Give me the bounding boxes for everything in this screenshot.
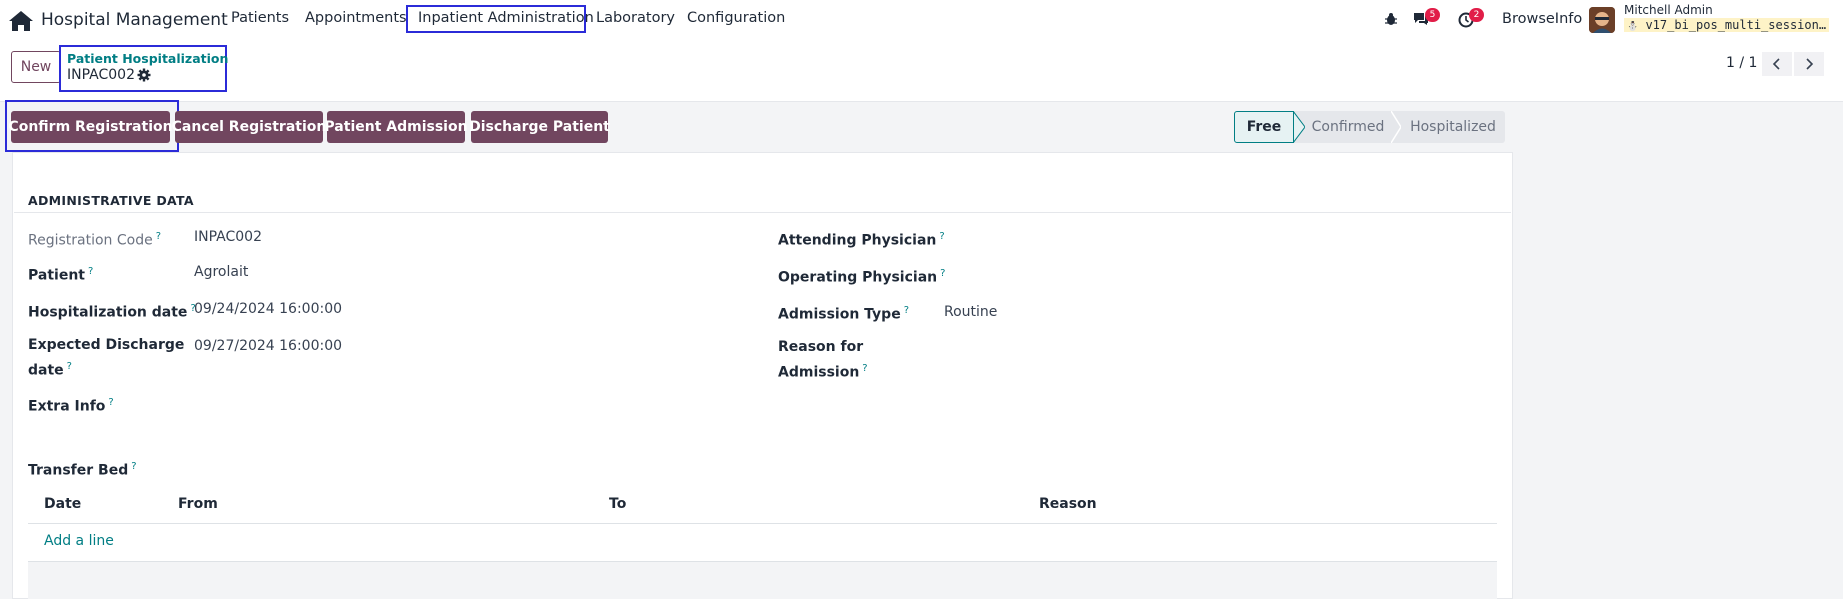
company-switcher[interactable]: BrowseInfo: [1502, 11, 1582, 27]
section-title: ADMINISTRATIVE DATA: [28, 193, 194, 208]
cancel-registration-button[interactable]: Cancel Registration: [172, 111, 326, 143]
new-button[interactable]: New: [11, 51, 61, 83]
hospitalization-date-label: Hospitalization date?: [28, 303, 196, 321]
admission-type-label: Admission Type?: [778, 305, 910, 323]
help-mark[interactable]: ?: [108, 397, 113, 408]
stage-arrow-confirmed: [1391, 111, 1401, 143]
menu-appointments[interactable]: Appointments: [305, 10, 407, 26]
stage-hospitalized[interactable]: Hospitalized: [1401, 111, 1505, 143]
section-divider: [14, 212, 1511, 213]
menu-inpatient-administration[interactable]: Inpatient Administration: [418, 10, 594, 26]
app-title[interactable]: Hospital Management: [41, 10, 228, 30]
messages-badge: 5: [1425, 8, 1440, 22]
confirm-button-highlight: [5, 100, 179, 152]
help-mark[interactable]: ?: [88, 266, 93, 277]
patient-value[interactable]: Agrolait: [194, 264, 248, 280]
help-mark[interactable]: ?: [131, 461, 136, 472]
chevron-left-icon: [1772, 58, 1780, 70]
help-mark[interactable]: ?: [940, 268, 945, 279]
attending-physician-label: Attending Physician?: [778, 231, 945, 249]
transfer-bed-label: Transfer Bed?: [28, 461, 137, 479]
operating-physician-label: Operating Physician?: [778, 268, 946, 286]
chevron-right-icon: [1806, 58, 1814, 70]
patient-label: Patient?: [28, 266, 94, 284]
discharge-patient-button[interactable]: Discharge Patient: [469, 111, 610, 143]
pager-next-button[interactable]: [1794, 52, 1824, 76]
registration-code-label: Registration Code?: [28, 231, 162, 249]
menu-configuration[interactable]: Configuration: [687, 10, 785, 26]
menu-laboratory[interactable]: Laboratory: [596, 10, 675, 26]
column-to[interactable]: To: [609, 496, 626, 512]
column-reason[interactable]: Reason: [1039, 496, 1097, 512]
help-mark[interactable]: ?: [67, 361, 72, 372]
database-name: ⛄ v17_bi_pos_multi_session…: [1624, 18, 1830, 32]
column-from[interactable]: From: [178, 496, 218, 512]
reason-for-admission-label: Reason for Admission?: [778, 339, 868, 381]
registration-code-value[interactable]: INPAC002: [194, 229, 262, 245]
table-footer: [28, 562, 1497, 599]
admission-type-value[interactable]: Routine: [944, 304, 997, 320]
form-sheet: [12, 152, 1513, 599]
patient-admission-button[interactable]: Patient Admission: [324, 111, 468, 143]
column-date[interactable]: Date: [44, 496, 81, 512]
database-label: v17_bi_pos_multi_session…: [1645, 18, 1827, 32]
stage-confirmed[interactable]: Confirmed: [1305, 111, 1391, 143]
hospitalization-date-value[interactable]: 09/24/2024 16:00:00: [194, 301, 342, 317]
record-name: INPAC002: [67, 67, 135, 83]
help-mark[interactable]: ?: [939, 231, 944, 242]
help-mark[interactable]: ?: [156, 231, 161, 242]
pager-value[interactable]: 1 / 1: [1726, 55, 1757, 71]
help-mark[interactable]: ?: [904, 305, 909, 316]
bug-icon[interactable]: [1384, 12, 1398, 26]
expected-discharge-value[interactable]: 09/27/2024 16:00:00: [194, 338, 342, 354]
status-bar: Free Confirmed Hospitalized: [1234, 111, 1505, 143]
user-name[interactable]: Mitchell Admin: [1624, 3, 1713, 17]
pager-previous-button[interactable]: [1762, 52, 1792, 76]
top-navbar: Hospital Management Patients Appointment…: [0, 0, 1843, 40]
expected-discharge-label: Expected Discharge date?: [28, 337, 185, 379]
breadcrumb[interactable]: Patient Hospitalization: [67, 51, 228, 66]
extra-info-label: Extra Info?: [28, 397, 114, 415]
home-icon[interactable]: [7, 9, 35, 33]
table-header-divider: [28, 523, 1497, 524]
add-line-link[interactable]: Add a line: [44, 533, 114, 549]
database-icon: ⛄: [1627, 22, 1639, 32]
stage-free[interactable]: Free: [1234, 111, 1294, 143]
menu-patients[interactable]: Patients: [231, 10, 289, 26]
help-mark[interactable]: ?: [862, 363, 867, 374]
activities-badge: 2: [1469, 8, 1484, 22]
avatar[interactable]: [1589, 7, 1615, 33]
gear-icon[interactable]: [137, 68, 151, 82]
stage-arrow-free: [1293, 111, 1305, 143]
